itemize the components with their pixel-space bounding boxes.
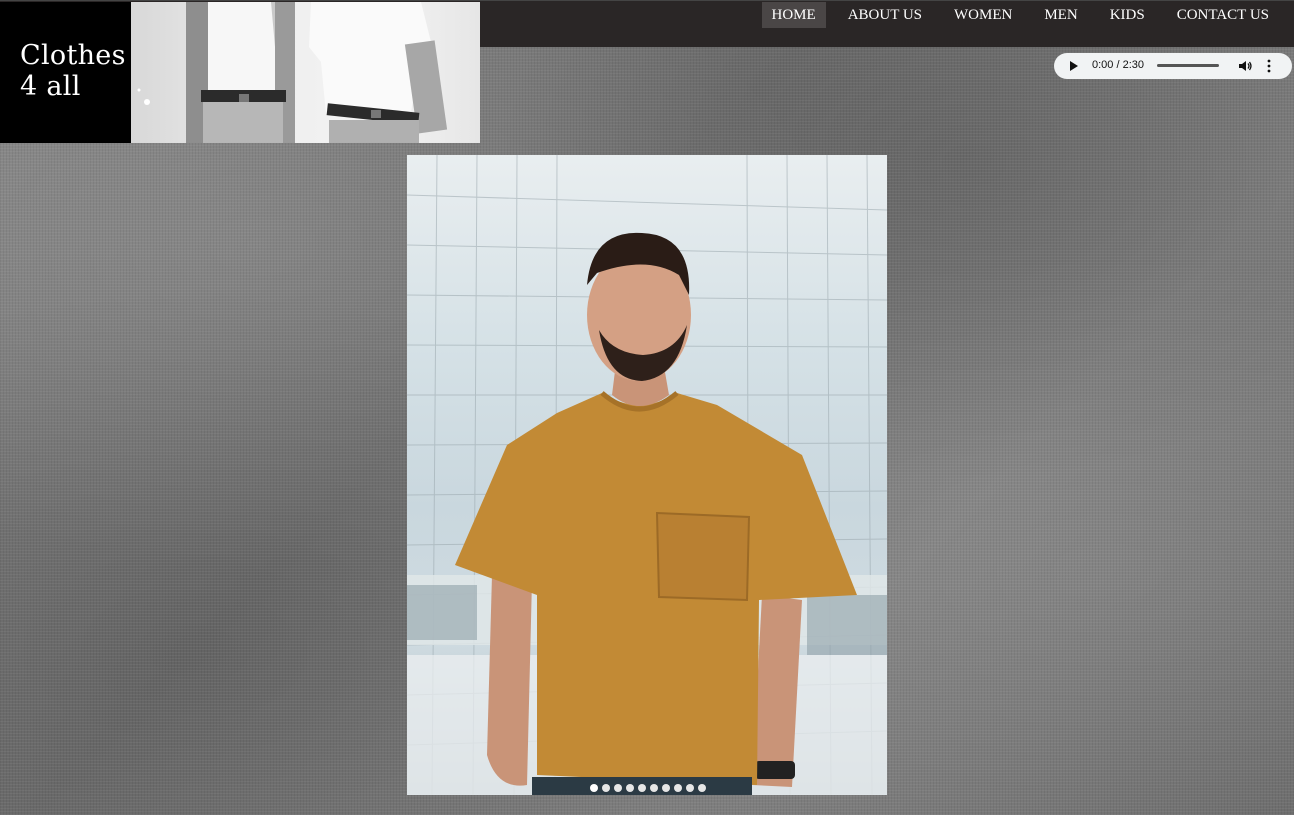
two-women-photo — [137, 2, 448, 143]
nav-home[interactable]: HOME — [761, 2, 826, 28]
slide-dot[interactable] — [590, 784, 598, 792]
slideshow-dots — [590, 784, 706, 792]
slide-dot[interactable] — [626, 784, 634, 792]
brand-name: Clothes 4 all — [20, 40, 126, 102]
slide-dot[interactable] — [638, 784, 646, 792]
main-nav: HOME ABOUT US WOMEN MEN KIDS CONTACT US — [750, 2, 1279, 28]
site-logo[interactable]: Clothes 4 all — [0, 2, 480, 143]
volume-icon[interactable] — [1238, 59, 1252, 73]
play-icon[interactable] — [1070, 61, 1078, 71]
nav-men[interactable]: MEN — [1034, 2, 1087, 28]
more-vert-icon[interactable] — [1267, 59, 1271, 73]
nav-kids[interactable]: KIDS — [1100, 2, 1155, 28]
slide-dot[interactable] — [602, 784, 610, 792]
audio-time: 0:00 / 2:30 — [1092, 59, 1144, 71]
slide-dot[interactable] — [698, 784, 706, 792]
nav-about-us[interactable]: ABOUT US — [838, 2, 932, 28]
slide-dot[interactable] — [662, 784, 670, 792]
logo-photo — [131, 2, 480, 143]
audio-progress-bar[interactable] — [1157, 64, 1219, 67]
slide-photo-man-orange-tshirt — [407, 155, 887, 795]
slide-dot[interactable] — [614, 784, 622, 792]
hero-slideshow[interactable] — [407, 155, 887, 795]
slide-dot[interactable] — [650, 784, 658, 792]
nav-women[interactable]: WOMEN — [944, 2, 1022, 28]
slide-dot[interactable] — [686, 784, 694, 792]
slide-dot[interactable] — [674, 784, 682, 792]
nav-contact-us[interactable]: CONTACT US — [1167, 2, 1279, 28]
audio-player[interactable]: 0:00 / 2:30 — [1054, 53, 1292, 79]
